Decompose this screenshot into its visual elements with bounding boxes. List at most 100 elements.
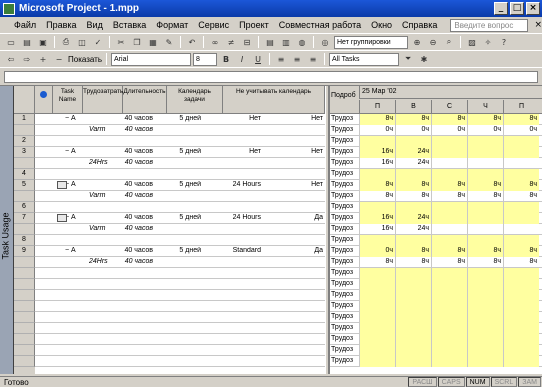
row-number[interactable] (14, 279, 35, 290)
work-cell[interactable] (431, 268, 467, 279)
table-row[interactable]: 24Hrs 40 часов (35, 257, 325, 268)
menu-6[interactable]: Проект (234, 20, 274, 30)
work-cell[interactable] (503, 301, 539, 312)
work-cell[interactable]: 8ч (467, 191, 503, 202)
work-cell[interactable] (395, 290, 431, 301)
work-cell[interactable]: 8ч (395, 114, 431, 125)
preview-icon[interactable]: ◫ (75, 36, 89, 49)
align-right-icon[interactable]: ≡ (306, 53, 320, 66)
menu-8[interactable]: Окно (366, 20, 397, 30)
work-cell[interactable] (431, 224, 467, 235)
table-row[interactable]: Varm 40 часов (35, 191, 325, 202)
table-row[interactable] (35, 345, 325, 356)
work-cell[interactable] (395, 334, 431, 345)
work-cell[interactable] (359, 345, 395, 356)
work-cell[interactable] (431, 290, 467, 301)
work-cell[interactable] (395, 235, 431, 246)
work-cell[interactable] (431, 334, 467, 345)
work-cell[interactable]: 8ч (395, 191, 431, 202)
work-cell[interactable] (467, 290, 503, 301)
work-cell[interactable] (359, 279, 395, 290)
help-search-input[interactable]: Введите вопрос (450, 18, 529, 32)
row-number[interactable]: 5 (14, 180, 35, 191)
work-cell[interactable]: 8ч (467, 180, 503, 191)
work-cell[interactable] (467, 334, 503, 345)
col-header-0[interactable] (35, 86, 53, 114)
work-cell[interactable] (467, 279, 503, 290)
work-cell[interactable]: 8ч (503, 246, 539, 257)
work-cell[interactable] (395, 268, 431, 279)
work-cell[interactable] (431, 323, 467, 334)
work-cell[interactable] (467, 301, 503, 312)
work-cell[interactable] (395, 202, 431, 213)
work-cell[interactable]: 8ч (359, 257, 395, 268)
work-cell[interactable] (395, 169, 431, 180)
work-cell[interactable] (359, 202, 395, 213)
table-row[interactable]: 24Hrs 40 часов (35, 158, 325, 169)
table-row[interactable] (35, 312, 325, 323)
group-by-combo[interactable]: Нет группировки (334, 35, 408, 49)
work-cell[interactable] (467, 202, 503, 213)
work-cell[interactable] (359, 356, 395, 367)
zoom-out-icon[interactable]: ⊖ (426, 36, 440, 49)
work-cell[interactable] (467, 312, 503, 323)
work-cell[interactable] (503, 136, 539, 147)
work-cell[interactable] (503, 312, 539, 323)
work-cell[interactable]: 24ч (395, 224, 431, 235)
work-cell[interactable]: 8ч (503, 257, 539, 268)
maximize-button[interactable]: □ (510, 2, 524, 15)
work-cell[interactable]: 16ч (359, 158, 395, 169)
work-cell[interactable] (395, 323, 431, 334)
work-cell[interactable]: 8ч (431, 180, 467, 191)
row-number[interactable] (14, 257, 35, 268)
table-row[interactable] (35, 169, 325, 180)
row-number[interactable] (14, 191, 35, 202)
minimize-button[interactable]: _ (494, 2, 508, 15)
work-cell[interactable] (503, 235, 539, 246)
work-cell[interactable] (359, 268, 395, 279)
work-cell[interactable] (431, 213, 467, 224)
table-row[interactable] (35, 235, 325, 246)
paste-icon[interactable]: ▦ (146, 36, 160, 49)
work-cell[interactable] (467, 224, 503, 235)
work-cell[interactable]: 0ч (359, 125, 395, 136)
table-row[interactable]: − А 40 часов 5 дней Нет Нет (35, 147, 325, 158)
doc-close-icon[interactable]: × (534, 20, 542, 30)
work-cell[interactable]: 8ч (467, 246, 503, 257)
align-left-icon[interactable]: ≡ (274, 53, 288, 66)
work-cell[interactable]: 8ч (431, 114, 467, 125)
table-row[interactable] (35, 334, 325, 345)
work-cell[interactable] (503, 323, 539, 334)
work-cell[interactable]: 8ч (359, 191, 395, 202)
work-cell[interactable] (395, 312, 431, 323)
font-combo[interactable]: Arial (111, 52, 192, 66)
work-cell[interactable] (503, 147, 539, 158)
table-row[interactable]: − А 40 часов 5 дней Нет Нет (35, 114, 325, 125)
table-row[interactable]: − А 40 часов 5 дней 24 Hours Да (35, 213, 325, 224)
row-number[interactable]: 7 (14, 213, 35, 224)
work-cell[interactable] (395, 301, 431, 312)
work-cell[interactable]: 16ч (359, 224, 395, 235)
open-icon[interactable]: ▤ (20, 36, 34, 49)
work-cell[interactable] (359, 169, 395, 180)
work-cell[interactable] (395, 136, 431, 147)
work-cell[interactable] (431, 279, 467, 290)
work-cell[interactable] (395, 356, 431, 367)
work-cell[interactable]: 8ч (431, 246, 467, 257)
save-icon[interactable]: ▣ (36, 36, 50, 49)
cut-icon[interactable]: ✂ (114, 36, 128, 49)
publish-icon[interactable]: ◎ (318, 36, 332, 49)
work-cell[interactable] (467, 169, 503, 180)
work-cell[interactable] (467, 268, 503, 279)
work-cell[interactable] (431, 312, 467, 323)
wizard-icon[interactable]: ✧ (481, 36, 495, 49)
menu-4[interactable]: Формат (151, 20, 193, 30)
print-icon[interactable]: ⎙ (59, 36, 73, 49)
table-row[interactable]: Varm 40 часов (35, 125, 325, 136)
work-cell[interactable] (503, 279, 539, 290)
work-cell[interactable] (467, 356, 503, 367)
split-icon[interactable]: ⊟ (240, 36, 254, 49)
work-cell[interactable]: 24ч (395, 147, 431, 158)
row-number[interactable] (14, 356, 35, 367)
table-row[interactable] (35, 301, 325, 312)
